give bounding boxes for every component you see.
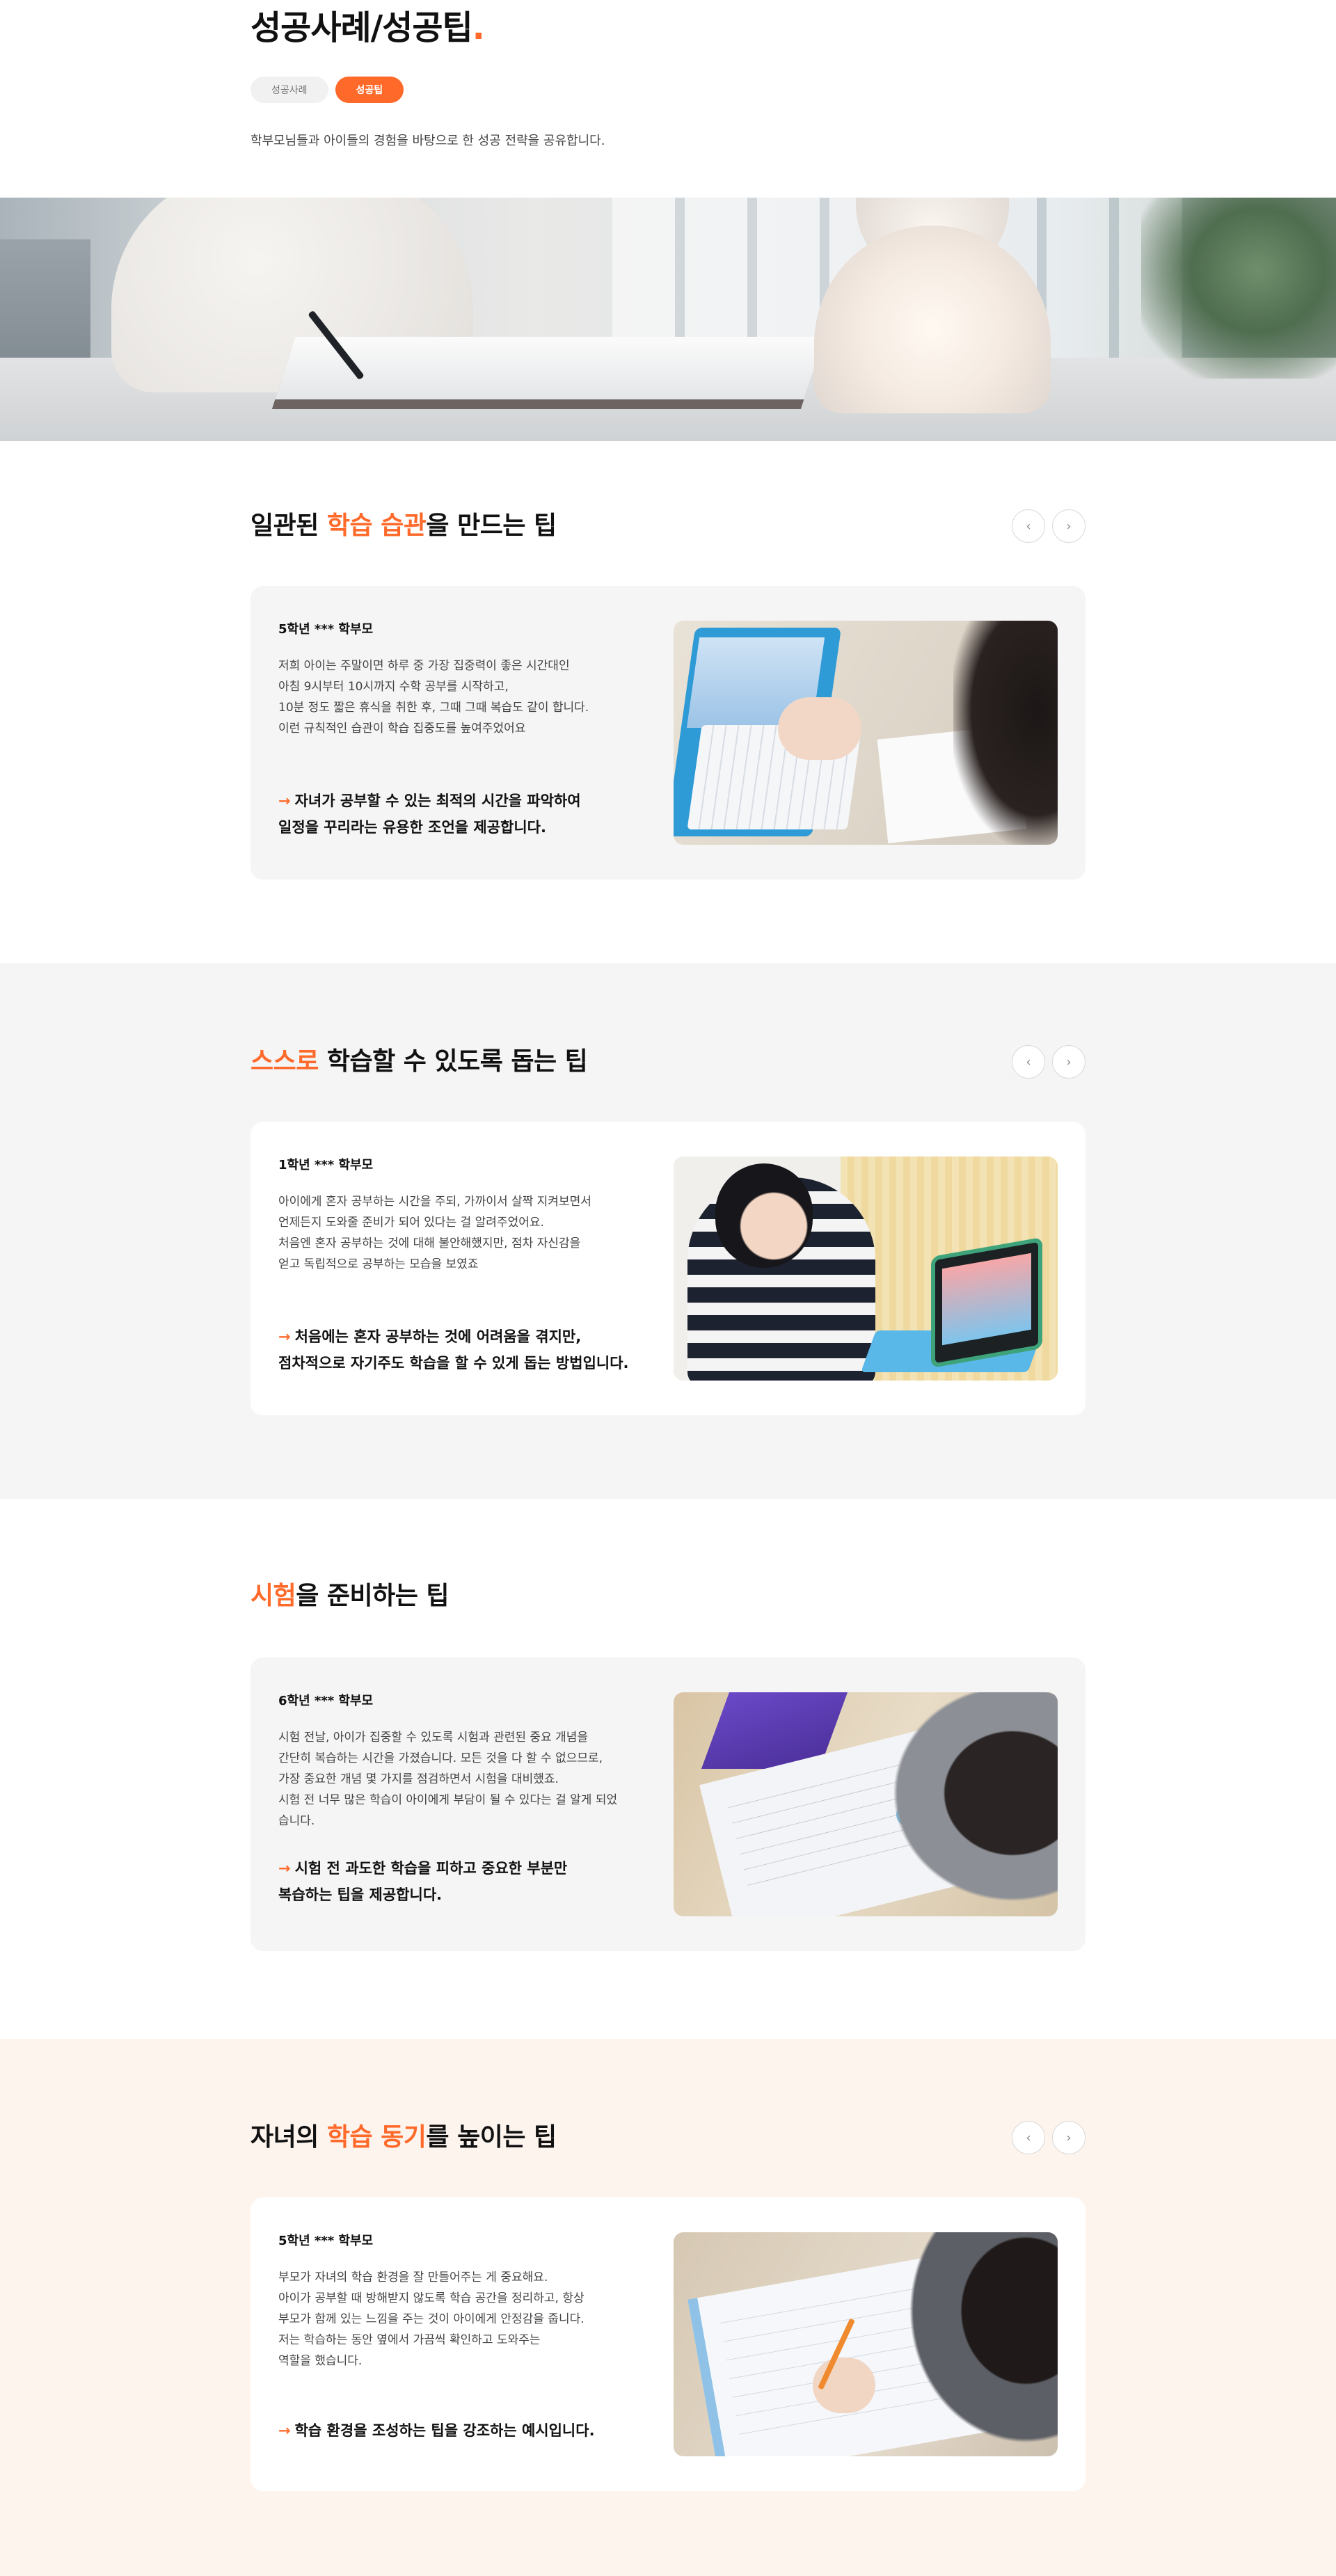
title-dot: . [472, 8, 485, 47]
section-motivation: 자녀의 학습 동기를 높이는 팁 ‹ › 5학년 *** 학부모 부모가 자녀의… [0, 2039, 1336, 2576]
chevron-left-icon: ‹ [1026, 1054, 1031, 1070]
card-author: 1학년 *** 학부모 [278, 1158, 374, 1172]
card-body: 시험 전날, 아이가 집중할 수 있도록 시험과 관련된 중요 개념을 간단히 … [278, 1731, 618, 1828]
card-body: 아이에게 혼자 공부하는 시간을 주되, 가까이서 살짝 지켜보면서 언제든지 … [278, 1195, 591, 1271]
prev-button[interactable]: ‹ [1012, 2121, 1045, 2154]
card-author: 5학년 *** 학부모 [278, 2234, 374, 2248]
section-title: 시험을 준비하는 팁 [250, 1582, 450, 1610]
chevron-left-icon: ‹ [1026, 518, 1031, 534]
tab-group: 성공사례 성공팁 [250, 77, 404, 103]
tab-success-tips[interactable]: 성공팁 [335, 77, 404, 103]
card-author: 6학년 *** 학부모 [278, 1694, 374, 1708]
section-habit: 일관된 학습 습관을 만드는 팁 ‹ › 5학년 *** 학부모 저희 아이는 … [0, 441, 1336, 963]
next-button[interactable]: › [1052, 509, 1086, 543]
card-body: 저희 아이는 주말이면 하루 중 가장 집중력이 좋은 시간대인 아침 9시부터… [278, 659, 589, 736]
next-button[interactable]: › [1052, 2121, 1086, 2154]
card-author: 5학년 *** 학부모 [278, 622, 374, 637]
tip-card: 6학년 *** 학부모 시험 전날, 아이가 집중할 수 있도록 시험과 관련된… [250, 1657, 1086, 1951]
card-highlight: → 처음에는 혼자 공부하는 것에 어려움을 겪지만, 점차적으로 자기주도 학습… [278, 1328, 629, 1372]
carousel-nav: ‹ › [1012, 2121, 1086, 2154]
page-title: 성공사례/성공팁. [250, 8, 485, 47]
card-body: 부모가 자녀의 학습 환경을 잘 만들어주는 게 중요해요. 아이가 공부할 때… [278, 2271, 584, 2368]
hero-image [0, 198, 1336, 441]
chevron-right-icon: › [1066, 2130, 1072, 2145]
section-exam: 시험을 준비하는 팁 6학년 *** 학부모 시험 전날, 아이가 집중할 수 … [0, 1499, 1336, 2039]
card-photo [674, 1692, 1058, 1916]
arrow-right-icon: → [278, 1328, 291, 1345]
arrow-right-icon: → [278, 793, 291, 809]
card-photo [674, 1156, 1058, 1381]
prev-button[interactable]: ‹ [1012, 1045, 1045, 1079]
arrow-right-icon: → [278, 2422, 291, 2439]
carousel-nav: ‹ › [1012, 1045, 1086, 1079]
tip-card: 1학년 *** 학부모 아이에게 혼자 공부하는 시간을 주되, 가까이서 살짝… [250, 1122, 1086, 1415]
chevron-left-icon: ‹ [1026, 2130, 1031, 2145]
prev-button[interactable]: ‹ [1012, 509, 1045, 543]
tab-success-stories[interactable]: 성공사례 [250, 77, 328, 103]
chevron-right-icon: › [1066, 518, 1072, 534]
card-photo [674, 2232, 1058, 2456]
section-title: 스스로 학습할 수 있도록 돕는 팁 [250, 1047, 588, 1076]
arrow-right-icon: → [278, 1860, 291, 1877]
page-header: 성공사례/성공팁. 성공사례 성공팁 학부모님들과 아이들의 경험을 바탕으로 … [250, 0, 1086, 198]
card-photo [674, 621, 1058, 845]
card-highlight: → 학습 환경을 조성하는 팁을 강조하는 예시입니다. [278, 2422, 595, 2439]
tip-card: 5학년 *** 학부모 저희 아이는 주말이면 하루 중 가장 집중력이 좋은 … [250, 586, 1086, 880]
next-button[interactable]: › [1052, 1045, 1086, 1079]
tip-card: 5학년 *** 학부모 부모가 자녀의 학습 환경을 잘 만들어주는 게 중요해… [250, 2197, 1086, 2491]
section-title: 자녀의 학습 동기를 높이는 팁 [250, 2123, 557, 2152]
section-title: 일관된 학습 습관을 만드는 팁 [250, 511, 557, 540]
card-highlight: → 시험 전 과도한 학습을 피하고 중요한 부분만 복습하는 팁을 제공합니다. [278, 1860, 568, 1903]
card-highlight: → 자녀가 공부할 수 있는 최적의 시간을 파악하여 일정을 꾸리라는 유용한 … [278, 793, 581, 836]
hero-plant [1141, 198, 1336, 379]
chevron-right-icon: › [1066, 1054, 1072, 1070]
intro-text: 학부모님들과 아이들의 경험을 바탕으로 한 성공 전략을 공유합니다. [250, 134, 605, 148]
carousel-nav: ‹ › [1012, 509, 1086, 543]
section-self-study: 스스로 학습할 수 있도록 돕는 팁 ‹ › 1학년 *** 학부모 아이에게 … [0, 963, 1336, 1499]
